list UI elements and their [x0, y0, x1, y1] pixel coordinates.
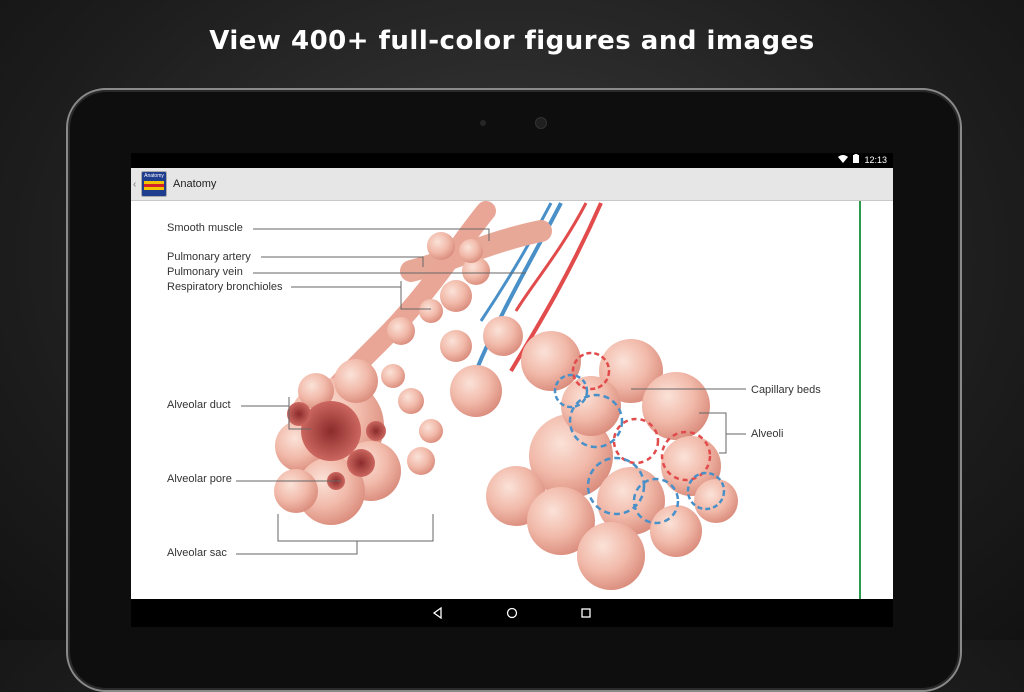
label-respiratory-bronchioles: Respiratory bronchioles — [167, 281, 283, 293]
figure-content: Smooth muscle Pulmonary artery Pulmonary… — [131, 201, 893, 599]
recents-icon[interactable] — [579, 606, 593, 620]
front-camera — [535, 117, 547, 129]
label-alveolar-sac: Alveolar sac — [167, 547, 227, 559]
proximity-sensor — [480, 120, 486, 126]
app-icon[interactable]: Anatomy — [141, 171, 167, 197]
home-icon[interactable] — [505, 606, 519, 620]
label-smooth-muscle: Smooth muscle — [167, 222, 243, 234]
tablet-screen: 12:13 ‹ Anatomy Anatomy Smooth muscle Pu… — [131, 153, 893, 627]
navigation-bar — [131, 599, 893, 627]
label-capillary-beds: Capillary beds — [751, 384, 821, 396]
up-chevron-icon[interactable]: ‹ — [133, 179, 139, 190]
label-alveolar-pore: Alveolar pore — [167, 473, 232, 485]
label-alveoli: Alveoli — [751, 428, 784, 440]
app-title: Anatomy — [173, 178, 217, 190]
battery-icon — [853, 154, 860, 165]
label-pulmonary-artery: Pulmonary artery — [167, 251, 251, 263]
wifi-icon — [838, 154, 849, 165]
status-bar: 12:13 — [131, 153, 893, 168]
promo-headline: View 400+ full-color figures and images — [209, 26, 815, 56]
label-alveolar-duct: Alveolar duct — [167, 399, 231, 411]
status-time: 12:13 — [864, 154, 887, 165]
scroll-indicator — [859, 201, 861, 599]
action-bar: ‹ Anatomy Anatomy — [131, 168, 893, 201]
label-pulmonary-vein: Pulmonary vein — [167, 266, 243, 278]
app-icon-title: Anatomy — [144, 173, 164, 179]
back-icon[interactable] — [431, 606, 445, 620]
